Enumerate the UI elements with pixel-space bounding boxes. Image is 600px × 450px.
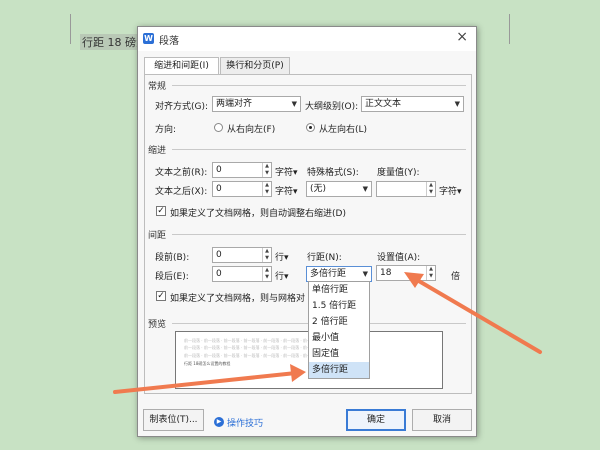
annotation-arrows [113, 272, 542, 394]
arrow-to-multiple-option [113, 364, 306, 394]
arrow-to-setting-value [404, 272, 542, 354]
